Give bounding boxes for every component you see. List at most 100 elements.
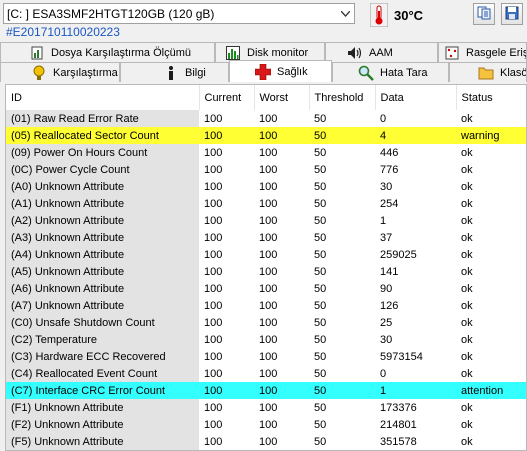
table-row[interactable]: (F2) Unknown Attribute 100 100 50 214801 ok — [6, 416, 526, 433]
table-row[interactable]: (F5) Unknown Attribute 100 100 50 351578 ok — [6, 433, 526, 450]
cell-worst: 100 — [254, 127, 309, 144]
tab-error-scan[interactable]: Hata Tara — [332, 62, 449, 82]
file-benchmark-icon — [29, 45, 45, 61]
cell-data: 259025 — [375, 246, 456, 263]
table-row[interactable]: (C2) Temperature 100 100 50 30 ok — [6, 331, 526, 348]
column-header-current[interactable]: Current — [199, 85, 255, 110]
benchmark-icon — [31, 65, 47, 81]
cell-id: (A3) Unknown Attribute — [6, 229, 199, 246]
save-button[interactable] — [501, 3, 523, 25]
tab-info[interactable]: Bilgi — [120, 62, 229, 82]
table-row[interactable]: (A7) Unknown Attribute 100 100 50 126 ok — [6, 297, 526, 314]
smart-table: ID Current Worst Threshold Data Status (… — [6, 85, 526, 450]
tab-aam[interactable]: AAM — [325, 42, 438, 62]
tab-random-access[interactable]: Rasgele Erişim — [438, 42, 527, 62]
cell-data: 30 — [375, 178, 456, 195]
column-header-data[interactable]: Data — [375, 85, 457, 110]
tab-disk-monitor[interactable]: Disk monitor — [215, 42, 325, 62]
cell-current: 100 — [199, 178, 254, 195]
drive-select[interactable]: [C: ] ESA3SMF2HTGT120GB (120 gB) — [3, 3, 355, 24]
cell-worst: 100 — [254, 144, 309, 161]
cell-current: 100 — [199, 399, 254, 416]
cell-status: ok — [456, 195, 526, 212]
cell-worst: 100 — [254, 178, 309, 195]
tab-folder[interactable]: Klasör — [449, 62, 527, 82]
cell-current: 100 — [199, 416, 254, 433]
cell-worst: 100 — [254, 229, 309, 246]
table-row[interactable]: (F1) Unknown Attribute 100 100 50 173376 ok — [6, 399, 526, 416]
column-header-id[interactable]: ID — [6, 85, 200, 110]
cell-status: ok — [456, 263, 526, 280]
cell-data: 0 — [375, 110, 456, 127]
cell-threshold: 50 — [309, 280, 375, 297]
tab-label: Dosya Karşılaştırma Ölçümü — [51, 46, 191, 59]
column-header-threshold[interactable]: Threshold — [309, 85, 376, 110]
cell-data: 126 — [375, 297, 456, 314]
cell-status: ok — [456, 433, 526, 450]
tab-health[interactable]: Sağlık — [229, 60, 332, 82]
chevron-down-icon[interactable] — [336, 4, 354, 23]
cell-threshold: 50 — [309, 212, 375, 229]
tab-label: Disk monitor — [247, 46, 309, 59]
table-row[interactable]: (C4) Reallocated Event Count 100 100 50 0 ok — [6, 365, 526, 382]
cell-status: ok — [456, 314, 526, 331]
speaker-icon — [347, 45, 363, 61]
table-row[interactable]: (0C) Power Cycle Count 100 100 50 776 ok — [6, 161, 526, 178]
table-row[interactable]: (A0) Unknown Attribute 100 100 50 30 ok — [6, 178, 526, 195]
cell-status: ok — [456, 416, 526, 433]
table-row[interactable]: (05) Reallocated Sector Count 100 100 50 4 wa… — [6, 127, 526, 144]
tab-benchmark[interactable]: Karşılaştırma — [0, 62, 120, 82]
cell-data: 1 — [375, 382, 456, 399]
cell-threshold: 50 — [309, 229, 375, 246]
cell-current: 100 — [199, 110, 254, 127]
table-row[interactable]: (A3) Unknown Attribute 100 100 50 37 ok — [6, 229, 526, 246]
cell-worst: 100 — [254, 263, 309, 280]
cell-status: ok — [456, 161, 526, 178]
cell-status: ok — [456, 246, 526, 263]
copy-button[interactable] — [473, 3, 495, 25]
cell-threshold: 50 — [309, 144, 375, 161]
table-row[interactable]: (A2) Unknown Attribute 100 100 50 1 ok — [6, 212, 526, 229]
cell-id: (C2) Temperature — [6, 331, 199, 348]
cell-id: (A7) Unknown Attribute — [6, 297, 199, 314]
cell-threshold: 50 — [309, 178, 375, 195]
table-row[interactable]: (09) Power On Hours Count 100 100 50 446 ok — [6, 144, 526, 161]
cell-worst: 100 — [254, 280, 309, 297]
cell-status: ok — [456, 229, 526, 246]
table-row[interactable]: (01) Raw Read Error Rate 100 100 50 0 ok — [6, 110, 526, 127]
cell-status: ok — [456, 331, 526, 348]
cell-status: ok — [456, 399, 526, 416]
cell-worst: 100 — [254, 433, 309, 450]
random-access-icon — [444, 45, 460, 61]
table-row[interactable]: (A5) Unknown Attribute 100 100 50 141 ok — [6, 263, 526, 280]
cell-threshold: 50 — [309, 365, 375, 382]
cell-data: 90 — [375, 280, 456, 297]
tab-file-benchmark[interactable]: Dosya Karşılaştırma Ölçümü — [0, 42, 215, 62]
cell-worst: 100 — [254, 365, 309, 382]
table-row[interactable]: (C7) Interface CRC Error Count 100 100 50 1 a… — [6, 382, 526, 399]
table-row[interactable]: (A1) Unknown Attribute 100 100 50 254 ok — [6, 195, 526, 212]
column-header-worst[interactable]: Worst — [254, 85, 310, 110]
cell-worst: 100 — [254, 246, 309, 263]
cell-current: 100 — [199, 280, 254, 297]
table-row[interactable]: (C3) Hardware ECC Recovered 100 100 50 59731… — [6, 348, 526, 365]
tab-label: Karşılaştırma — [53, 66, 118, 79]
tab-label: AAM — [369, 46, 393, 59]
cell-data: 351578 — [375, 433, 456, 450]
cell-data: 25 — [375, 314, 456, 331]
cell-worst: 100 — [254, 314, 309, 331]
table-row[interactable]: (A6) Unknown Attribute 100 100 50 90 ok — [6, 280, 526, 297]
drive-select-value: [C: ] ESA3SMF2HTGT120GB (120 gB) — [7, 6, 215, 21]
cell-status: ok — [456, 212, 526, 229]
folder-icon — [478, 65, 494, 81]
tab-label: Klasör — [500, 66, 527, 79]
column-header-status[interactable]: Status — [456, 85, 526, 110]
cell-current: 100 — [199, 127, 254, 144]
cell-id: (A0) Unknown Attribute — [6, 178, 199, 195]
table-row[interactable]: (A4) Unknown Attribute 100 100 50 259025 ok — [6, 246, 526, 263]
cell-current: 100 — [199, 229, 254, 246]
table-row[interactable]: (C0) Unsafe Shutdown Count 100 100 50 25 ok — [6, 314, 526, 331]
cell-worst: 100 — [254, 399, 309, 416]
cell-current: 100 — [199, 246, 254, 263]
temperature-display: 30°C — [369, 2, 423, 28]
